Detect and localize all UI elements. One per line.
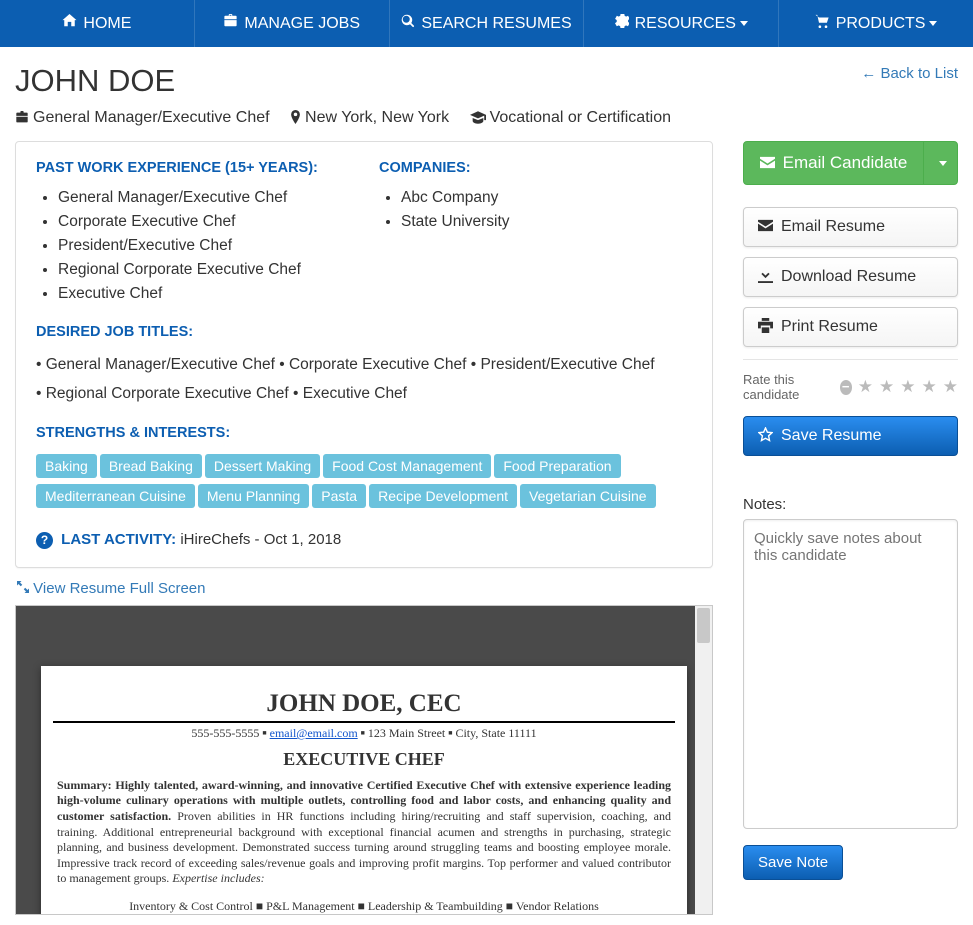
tag[interactable]: Vegetarian Cuisine bbox=[520, 484, 656, 508]
star-1[interactable]: ★ bbox=[858, 377, 873, 397]
tag[interactable]: Recipe Development bbox=[369, 484, 517, 508]
tag[interactable]: Food Cost Management bbox=[323, 454, 491, 478]
tag[interactable]: Mediterranean Cuisine bbox=[36, 484, 195, 508]
star-outline-icon bbox=[758, 427, 773, 442]
download-icon bbox=[758, 268, 773, 283]
main-navbar: HOME MANAGE JOBS SEARCH RESUMES RESOURCE… bbox=[0, 0, 973, 47]
doc-email-link[interactable]: email@email.com bbox=[270, 726, 358, 740]
tag[interactable]: Menu Planning bbox=[198, 484, 309, 508]
resume-viewer: JOHN DOE, CEC 555-555-5555■email@email.c… bbox=[15, 605, 713, 915]
tag[interactable]: Dessert Making bbox=[205, 454, 320, 478]
pwe-heading: PAST WORK EXPERIENCE (15+ YEARS): bbox=[36, 160, 349, 176]
notes-label: Notes: bbox=[743, 496, 958, 513]
nav-products[interactable]: PRODUCTS bbox=[779, 0, 973, 47]
doc-contact: 555-555-5555■email@email.com■123 Main St… bbox=[53, 726, 675, 741]
home-icon bbox=[62, 14, 77, 28]
email-candidate-dropdown[interactable] bbox=[923, 142, 957, 184]
tag[interactable]: Bread Baking bbox=[100, 454, 202, 478]
print-icon bbox=[758, 318, 773, 333]
cart-icon bbox=[815, 14, 830, 28]
viewer-scrollbar[interactable] bbox=[695, 606, 712, 914]
view-full-screen-link[interactable]: View Resume Full Screen bbox=[17, 580, 205, 597]
download-resume-button[interactable]: Download Resume bbox=[743, 257, 958, 297]
desired-titles: • General Manager/Executive Chef • Corpo… bbox=[36, 350, 692, 409]
rate-label: Rate this candidate bbox=[743, 372, 834, 402]
nav-search-resumes[interactable]: SEARCH RESUMES bbox=[390, 0, 585, 47]
pwe-list: General Manager/Executive ChefCorporate … bbox=[36, 186, 349, 306]
briefcase-icon bbox=[223, 14, 238, 28]
companies-list: Abc CompanyState University bbox=[379, 186, 692, 234]
company-item: Abc Company bbox=[401, 186, 692, 210]
pwe-item: President/Executive Chef bbox=[58, 234, 349, 258]
grad-cap-icon bbox=[470, 111, 486, 124]
email-candidate-button[interactable]: Email Candidate bbox=[743, 141, 958, 185]
company-item: State University bbox=[401, 210, 692, 234]
save-resume-button[interactable]: Save Resume bbox=[743, 416, 958, 456]
star-5[interactable]: ★ bbox=[943, 377, 958, 397]
star-2[interactable]: ★ bbox=[879, 377, 894, 397]
expand-icon bbox=[17, 581, 29, 593]
envelope-icon bbox=[758, 218, 773, 233]
caret-icon bbox=[740, 21, 748, 26]
caret-icon bbox=[929, 21, 937, 26]
print-resume-button[interactable]: Print Resume bbox=[743, 307, 958, 347]
star-4[interactable]: ★ bbox=[922, 377, 937, 397]
candidate-education: Vocational or Certification bbox=[470, 109, 671, 127]
tag[interactable]: Food Preparation bbox=[494, 454, 620, 478]
profile-panel: PAST WORK EXPERIENCE (15+ YEARS): Genera… bbox=[15, 141, 713, 568]
briefcase-icon bbox=[15, 111, 29, 124]
nav-manage-jobs[interactable]: MANAGE JOBS bbox=[195, 0, 390, 47]
resume-page: JOHN DOE, CEC 555-555-5555■email@email.c… bbox=[41, 666, 687, 915]
notes-textarea[interactable] bbox=[743, 519, 958, 829]
clear-rating-icon[interactable]: − bbox=[840, 380, 852, 395]
candidate-name-heading: JOHN DOE bbox=[15, 63, 958, 99]
candidate-location: New York, New York bbox=[290, 109, 449, 127]
doc-name: JOHN DOE, CEC bbox=[53, 690, 675, 718]
candidate-meta: General Manager/Executive Chef New York,… bbox=[15, 109, 958, 127]
help-icon[interactable]: ? bbox=[36, 532, 53, 549]
tags-container: BakingBread BakingDessert MakingFood Cos… bbox=[36, 451, 692, 511]
doc-expertise: Inventory & Cost Control ■ P&L Managemen… bbox=[53, 897, 675, 915]
envelope-icon bbox=[760, 155, 775, 170]
doc-summary: Summary: Highly talented, award-winning,… bbox=[53, 778, 675, 887]
last-activity: ? LAST ACTIVITY: iHireChefs - Oct 1, 201… bbox=[36, 531, 692, 549]
tag[interactable]: Pasta bbox=[312, 484, 366, 508]
pin-icon bbox=[290, 110, 301, 124]
gear-icon bbox=[615, 14, 629, 28]
save-note-button[interactable]: Save Note bbox=[743, 845, 843, 880]
pwe-item: Regional Corporate Executive Chef bbox=[58, 258, 349, 282]
search-icon bbox=[401, 14, 415, 28]
doc-title: EXECUTIVE CHEF bbox=[53, 749, 675, 770]
strengths-heading: STRENGTHS & INTERESTS: bbox=[36, 425, 692, 441]
nav-home[interactable]: HOME bbox=[0, 0, 195, 47]
pwe-item: Corporate Executive Chef bbox=[58, 210, 349, 234]
pwe-item: Executive Chef bbox=[58, 282, 349, 306]
pwe-item: General Manager/Executive Chef bbox=[58, 186, 349, 210]
rate-candidate: Rate this candidate − ★ ★ ★ ★ ★ bbox=[743, 372, 958, 402]
tag[interactable]: Baking bbox=[36, 454, 97, 478]
desired-heading: DESIRED JOB TITLES: bbox=[36, 324, 692, 340]
star-3[interactable]: ★ bbox=[900, 377, 915, 397]
nav-resources[interactable]: RESOURCES bbox=[584, 0, 779, 47]
back-to-list-link[interactable]: ← Back to List bbox=[861, 65, 958, 82]
email-resume-button[interactable]: Email Resume bbox=[743, 207, 958, 247]
candidate-title: General Manager/Executive Chef bbox=[15, 109, 270, 127]
companies-heading: COMPANIES: bbox=[379, 160, 692, 176]
